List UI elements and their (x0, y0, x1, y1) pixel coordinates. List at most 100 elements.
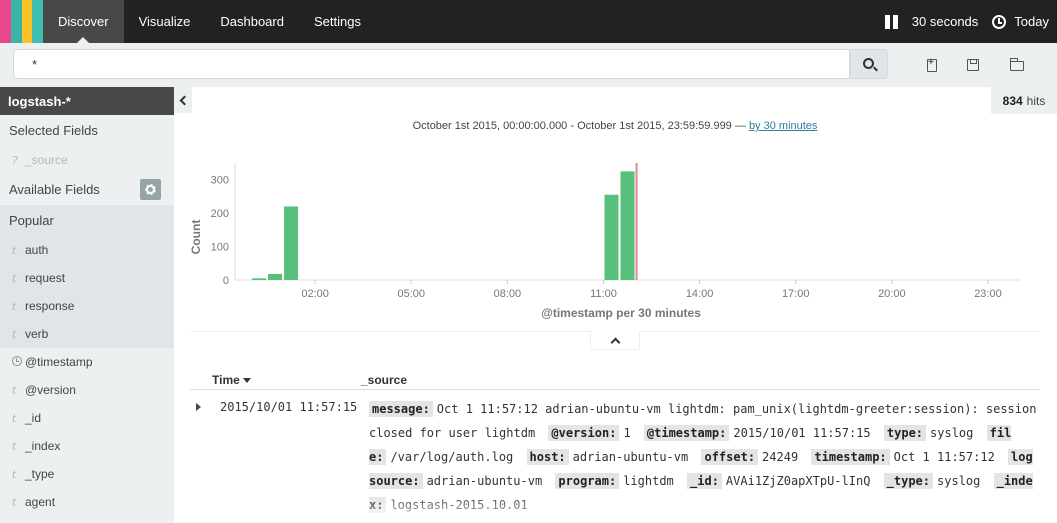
histogram-bar (252, 278, 267, 280)
field-item-auth[interactable]: t auth (0, 236, 174, 264)
section-label: Popular (9, 213, 54, 228)
field-item-response[interactable]: t response (0, 292, 174, 320)
gear-icon (145, 184, 156, 195)
column-header-label: _source (361, 373, 408, 387)
string-type-icon: t (12, 495, 17, 509)
field-item-type[interactable]: t _type (0, 460, 174, 488)
string-type-icon: t (12, 243, 17, 257)
hit-count-label: hits (1026, 93, 1046, 108)
chart-bars (252, 171, 635, 280)
field-name: _id (25, 411, 42, 425)
refresh-interval-button[interactable]: 30 seconds (912, 14, 979, 29)
new-search-button[interactable] (922, 55, 942, 75)
tab-visualize[interactable]: Visualize (124, 0, 206, 43)
time-label: Today (1014, 14, 1049, 29)
kibana-logo[interactable] (0, 0, 43, 43)
source-field-key: type: (883, 425, 927, 441)
x-tick-label: 05:00 (397, 288, 425, 300)
nav-right: 30 seconds Today (871, 0, 1057, 43)
tab-label: Dashboard (220, 14, 284, 29)
field-item-verb[interactable]: t verb (0, 320, 174, 348)
pause-refresh-button[interactable] (884, 14, 906, 29)
field-name: @version (25, 383, 76, 397)
field-item-version[interactable]: t @version (0, 376, 174, 404)
time-picker-button[interactable]: Today (992, 14, 1049, 29)
source-field-key: message: (369, 401, 433, 417)
interval-link[interactable]: by 30 minutes (749, 120, 817, 132)
search-input[interactable] (13, 49, 850, 79)
source-field-value: AVAi1ZjZ0apXTpU-lInQ (725, 474, 871, 488)
source-field-value: 1 (623, 426, 631, 440)
x-tick-label: 14:00 (686, 288, 714, 300)
search-icon (862, 57, 874, 69)
source-field-value: adrian-ubuntu-vm (426, 474, 543, 488)
open-search-button[interactable] (1007, 55, 1027, 75)
hit-count: 834 hits (991, 87, 1057, 114)
section-label: Selected Fields (9, 123, 98, 138)
source-field-value: adrian-ubuntu-vm (572, 450, 689, 464)
field-item-source[interactable]: ? _source (0, 146, 174, 174)
field-name: _source (25, 153, 68, 167)
x-axis: 02:00 05:00 08:00 11:00 14:00 17:00 20:00 23:00 (301, 280, 1002, 300)
field-item-agent[interactable]: t agent (0, 488, 174, 516)
collapse-sidebar-button[interactable] (174, 87, 192, 113)
chevron-up-icon (610, 337, 620, 347)
table-header-divider (190, 389, 1040, 390)
field-type-icon: ? (12, 153, 18, 167)
x-tick-label: 02:00 (301, 288, 329, 300)
search-button[interactable] (850, 49, 888, 79)
string-type-icon: t (12, 299, 17, 313)
tab-discover[interactable]: Discover (43, 0, 124, 43)
histogram-bar (268, 273, 283, 280)
available-fields-heading: Available Fields (0, 174, 174, 205)
source-field-value: syslog (937, 474, 981, 488)
source-field-value: 24249 (762, 450, 799, 464)
source-field-key: @version: (548, 425, 620, 441)
field-item-request[interactable]: t request (0, 264, 174, 292)
source-field-key: offset: (701, 449, 759, 465)
field-item-timestamp[interactable]: @timestamp (0, 348, 174, 376)
y-tick-label: 200 (211, 208, 229, 220)
string-type-icon: t (12, 439, 17, 453)
time-column-header[interactable]: Time (212, 373, 251, 387)
source-field-key: program: (555, 473, 620, 489)
toggle-chart-button[interactable] (590, 331, 640, 350)
x-axis-label: @timestamp per 30 minutes (541, 306, 701, 320)
tab-settings[interactable]: Settings (299, 0, 376, 43)
expand-row-caret-icon[interactable] (196, 403, 201, 411)
x-tick-label: 08:00 (494, 288, 522, 300)
y-tick-label: 300 (211, 175, 229, 187)
source-column-header: _source (361, 373, 407, 387)
time-range-summary: October 1st 2015, 00:00:00.000 - October… (190, 120, 1040, 132)
string-type-icon: t (12, 467, 17, 481)
tab-dashboard[interactable]: Dashboard (205, 0, 299, 43)
logo-stripe (21, 0, 33, 43)
column-header-label: Time (212, 373, 240, 387)
section-label: Available Fields (9, 182, 100, 197)
popular-heading: Popular (0, 205, 174, 236)
field-item-index[interactable]: t _index (0, 432, 174, 460)
row-time: 2015/10/01 11:57:15 (220, 400, 358, 414)
folder-open-icon (1010, 58, 1024, 71)
field-name: request (25, 271, 66, 285)
histogram-bar (620, 171, 635, 280)
index-pattern-selector[interactable]: logstash-* (0, 87, 174, 115)
popular-fields-group: Popular t auth t request t response t ve… (0, 205, 174, 348)
field-name: _index (25, 439, 61, 453)
logo-stripe (10, 0, 22, 43)
selected-fields-heading: Selected Fields (0, 115, 174, 146)
histogram-chart: 0 100 200 300 02:00 05:00 08:00 11:00 14:00 17:0… (189, 163, 1020, 320)
field-name: response (25, 299, 75, 313)
save-search-button[interactable] (963, 55, 983, 75)
field-settings-button[interactable] (140, 179, 161, 200)
time-range-text: October 1st 2015, 00:00:00.000 - October… (412, 120, 746, 132)
histogram-bar (284, 206, 299, 280)
tab-label: Settings (313, 14, 361, 29)
source-field-key: _id: (687, 473, 722, 489)
field-name: agent (25, 495, 56, 509)
field-item-id[interactable]: t _id (0, 404, 174, 432)
index-pattern-label: logstash-* (8, 93, 71, 109)
new-document-icon (927, 57, 937, 72)
logo-stripe (0, 0, 11, 43)
field-name: verb (25, 327, 49, 341)
